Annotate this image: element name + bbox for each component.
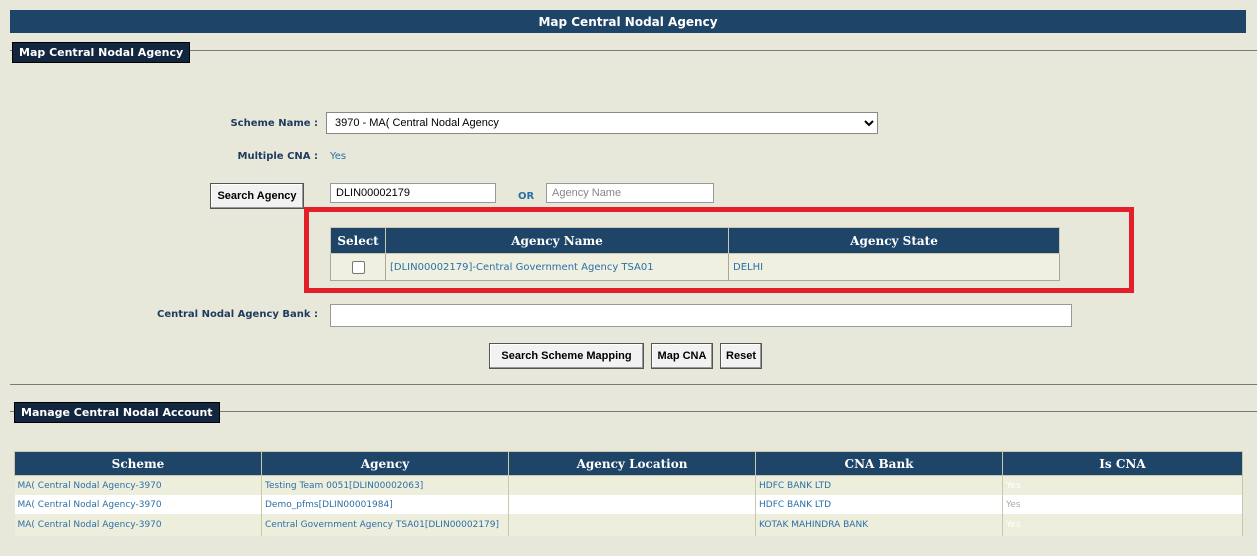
location-cell (508, 475, 756, 495)
location-cell (508, 495, 756, 514)
scheme-name-label: Scheme Name : (230, 118, 318, 129)
agency-header: Agency (261, 451, 509, 476)
manage-section-divider (10, 384, 1257, 385)
agency-location-header: Agency Location (508, 451, 756, 476)
cna-bank-label: Central Nodal Agency Bank : (156, 309, 318, 320)
multiple-cna-label: Multiple CNA : (237, 151, 318, 162)
map-fieldset-border (10, 50, 1257, 51)
cna-table-header-row: Scheme Agency Agency Location CNA Bank I… (14, 451, 1243, 476)
cna-table: Scheme Agency Agency Location CNA Bank I… (14, 451, 1243, 536)
scheme-cell: MA( Central Nodal Agency-3970 (14, 495, 262, 514)
search-agency-button[interactable]: Search Agency (210, 183, 304, 209)
manage-section-legend: Manage Central Nodal Account (14, 402, 220, 423)
agency-select-cell (330, 253, 386, 281)
agency-state-cell: DELHI (728, 253, 1060, 281)
bank-cell: HDFC BANK LTD (755, 475, 1003, 495)
is-cna-cell: Yes (1002, 514, 1243, 536)
cna-bank-input[interactable] (330, 304, 1072, 327)
agency-name-header: Agency Name (385, 227, 729, 254)
agency-table-header-row: Select Agency Name Agency State (330, 227, 1060, 254)
is-cna-cell: Yes (1002, 495, 1243, 514)
agency-cell: Central Government Agency TSA01[DLIN0000… (261, 514, 509, 536)
table-row: MA( Central Nodal Agency-3970 Central Go… (14, 514, 1243, 536)
scheme-header: Scheme (14, 451, 262, 476)
map-section-legend: Map Central Nodal Agency (12, 42, 191, 63)
agency-select-header: Select (330, 227, 386, 254)
map-cna-button[interactable]: Map CNA (651, 343, 713, 369)
agency-state-header: Agency State (728, 227, 1060, 254)
agency-name-cell: [DLIN00002179]-Central Government Agency… (385, 253, 729, 281)
agency-table-row: [DLIN00002179]-Central Government Agency… (330, 253, 1060, 281)
scheme-name-select[interactable]: 3970 - MA( Central Nodal Agency (326, 112, 878, 134)
reset-button[interactable]: Reset (720, 343, 762, 369)
scheme-cell: MA( Central Nodal Agency-3970 (14, 475, 262, 495)
agency-cell: Testing Team 0051[DLIN00002063] (261, 475, 509, 495)
table-row: MA( Central Nodal Agency-3970 Demo_pfms[… (14, 495, 1243, 514)
multiple-cna-value: Yes (330, 151, 347, 162)
is-cna-cell: Yes (1002, 475, 1243, 495)
table-row: MA( Central Nodal Agency-3970 Testing Te… (14, 475, 1243, 495)
scheme-cell: MA( Central Nodal Agency-3970 (14, 514, 262, 536)
search-scheme-mapping-button[interactable]: Search Scheme Mapping (489, 343, 644, 369)
agency-code-input[interactable] (330, 183, 496, 203)
page-title: Map Central Nodal Agency (10, 10, 1246, 33)
bank-cell: KOTAK MAHINDRA BANK (755, 514, 1003, 536)
agency-name-input[interactable] (546, 183, 714, 203)
location-cell (508, 514, 756, 536)
is-cna-header: Is CNA (1002, 451, 1243, 476)
agency-table: Select Agency Name Agency State [DLIN000… (330, 227, 1060, 281)
or-label: OR (518, 191, 535, 202)
agency-select-checkbox[interactable] (351, 261, 365, 274)
bank-cell: HDFC BANK LTD (755, 495, 1003, 514)
cna-bank-header: CNA Bank (755, 451, 1003, 476)
agency-cell: Demo_pfms[DLIN00001984] (261, 495, 509, 514)
